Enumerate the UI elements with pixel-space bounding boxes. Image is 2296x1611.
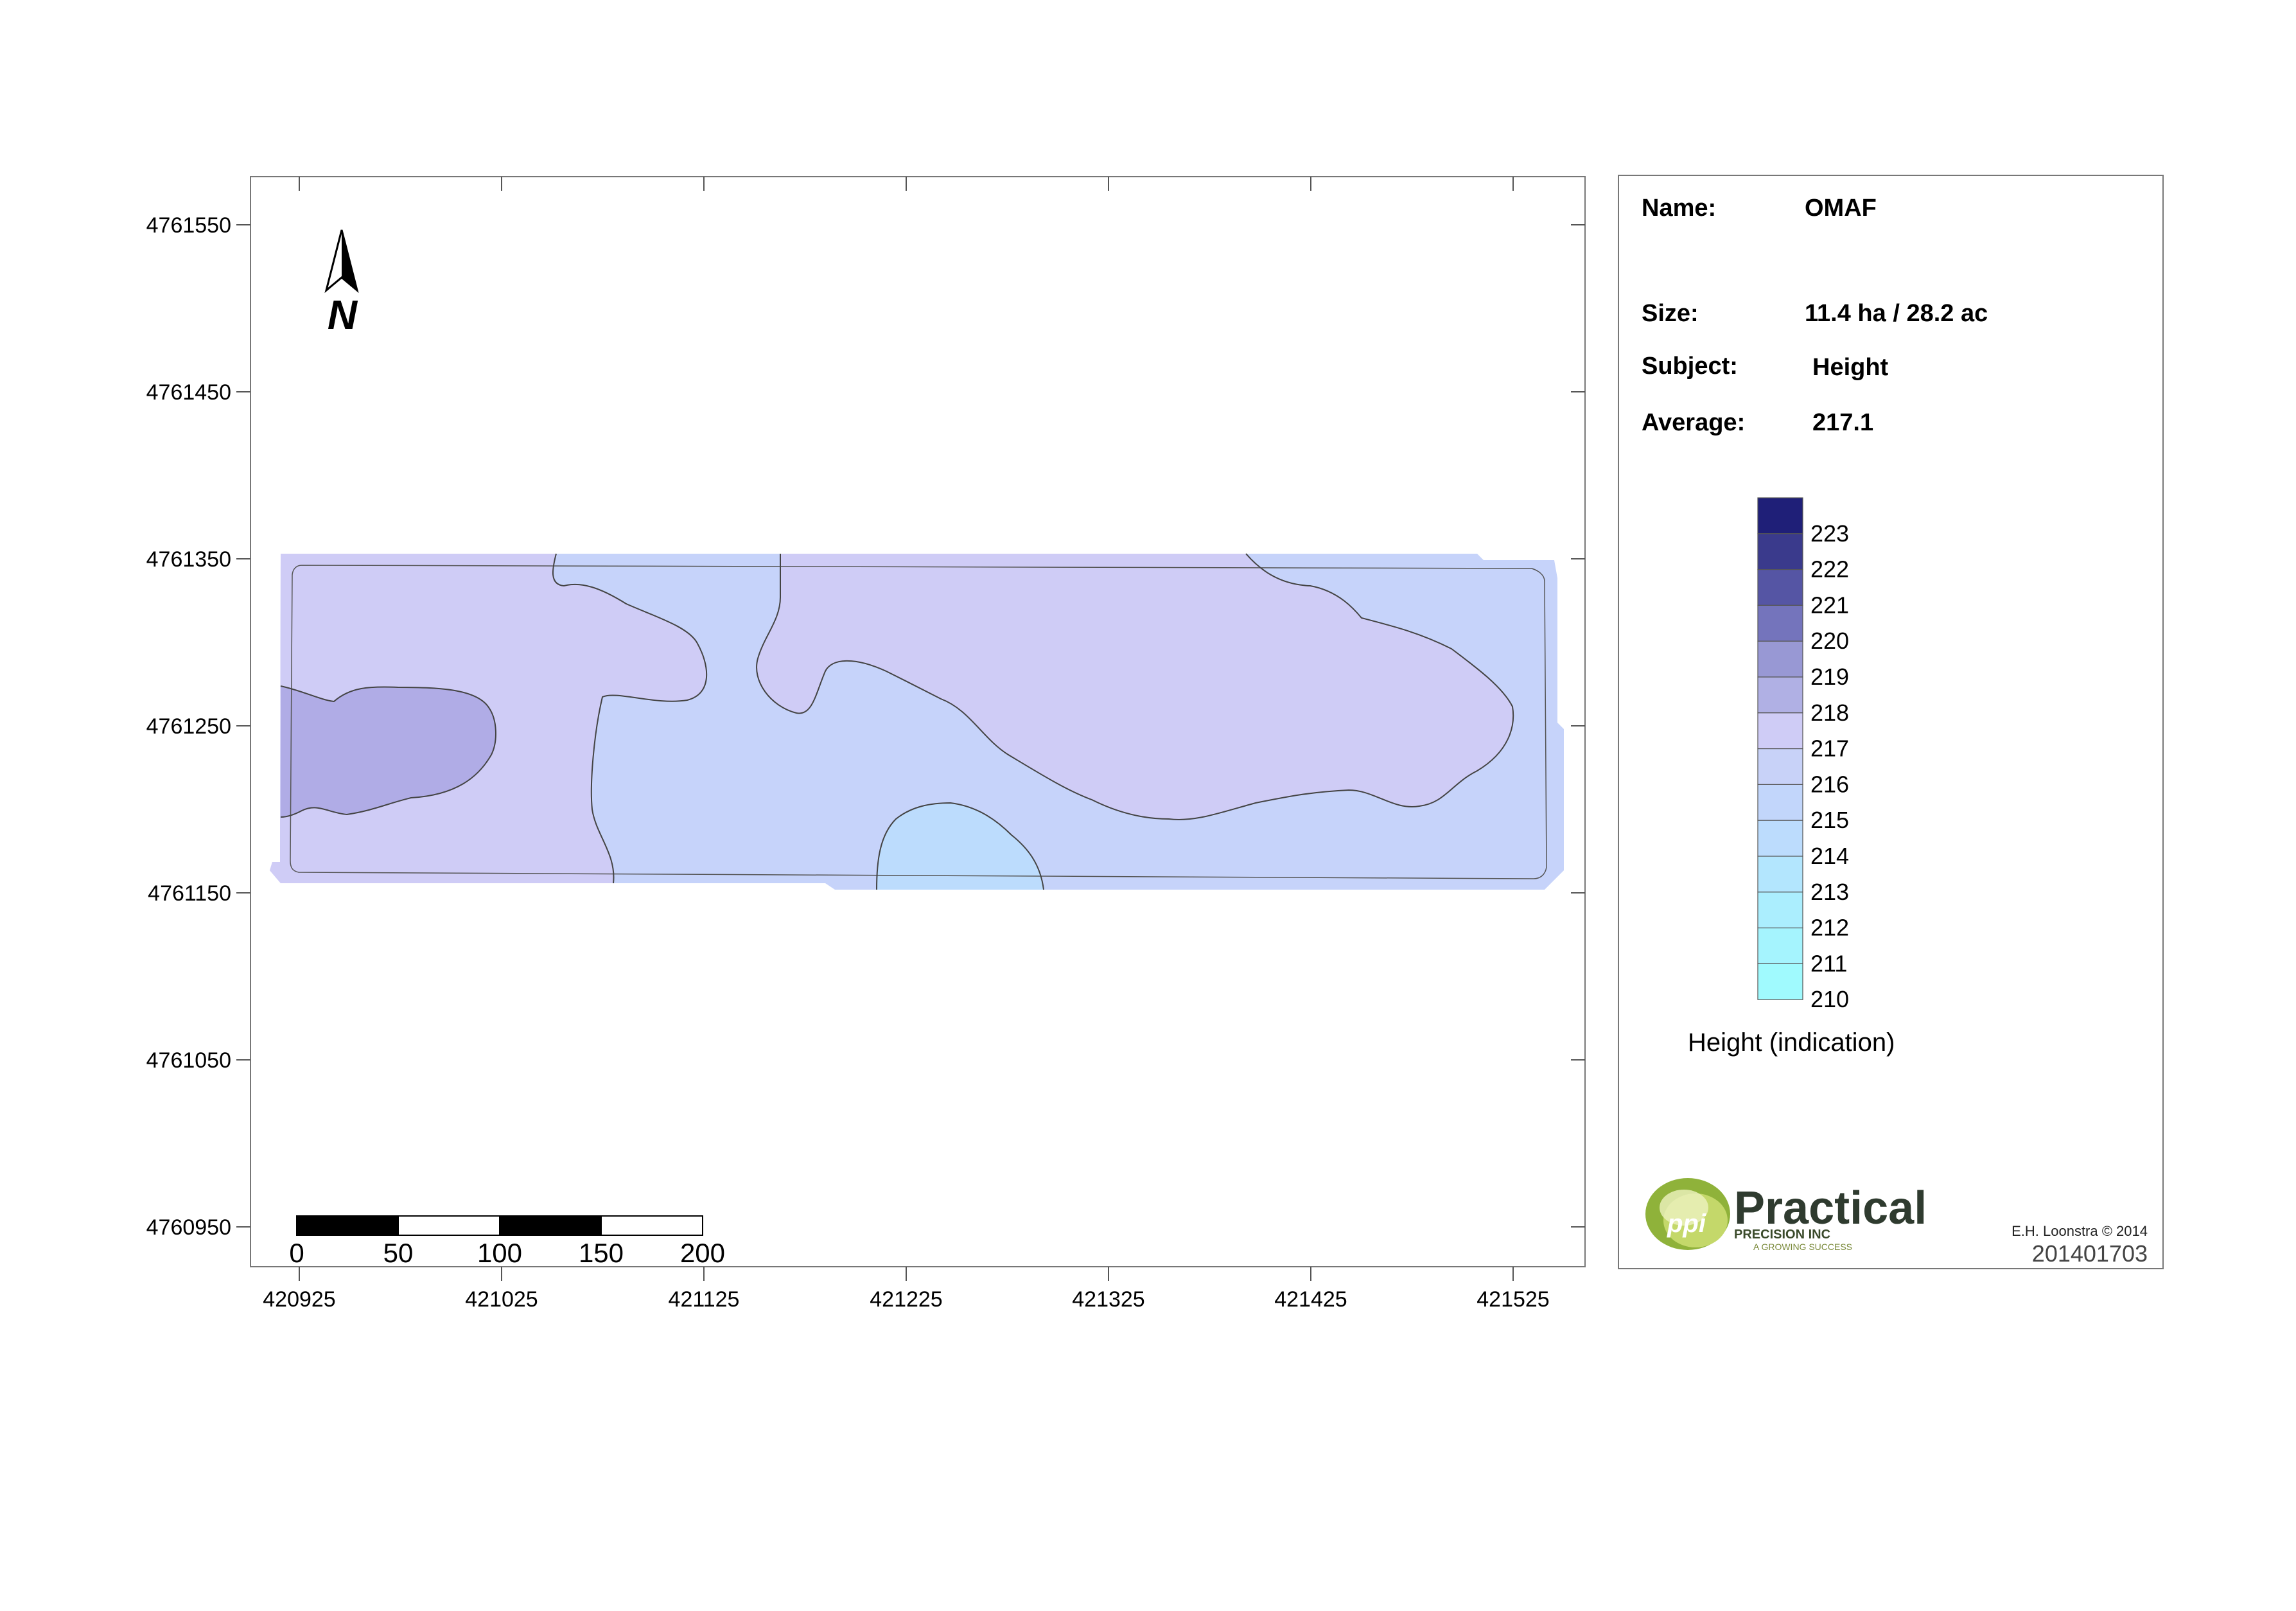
y-tick-label: 4761150 bbox=[148, 881, 231, 906]
scale-segment bbox=[398, 1215, 500, 1236]
x-tick-label: 421525 bbox=[1477, 1287, 1549, 1312]
legend-label: 217 bbox=[1810, 735, 1849, 762]
north-label: N bbox=[328, 292, 358, 338]
legend-swatch bbox=[1757, 856, 1803, 893]
legend-label: 222 bbox=[1810, 556, 1849, 583]
average-value: 217.1 bbox=[1812, 409, 1873, 436]
legend-label: 214 bbox=[1810, 843, 1849, 869]
y-tick-label: 4761050 bbox=[146, 1048, 231, 1073]
legend-swatch bbox=[1757, 640, 1803, 678]
legend-swatch bbox=[1757, 748, 1803, 785]
name-value: OMAF bbox=[1805, 195, 1877, 222]
legend-swatch bbox=[1757, 712, 1803, 750]
scale-label: 100 bbox=[477, 1238, 522, 1268]
subject-label: Subject: bbox=[1642, 353, 1738, 380]
legend-swatch bbox=[1757, 676, 1803, 714]
legend-label: 211 bbox=[1810, 950, 1847, 976]
y-tick-label: 4760950 bbox=[146, 1215, 231, 1240]
logo-sub: PRECISION INC bbox=[1734, 1228, 1830, 1242]
scale-segment bbox=[499, 1215, 602, 1236]
subject-value: Height bbox=[1812, 354, 1889, 381]
legend-label: 218 bbox=[1810, 700, 1849, 726]
legend-label: 215 bbox=[1810, 807, 1849, 833]
scale-segment bbox=[600, 1215, 703, 1236]
document-number: 201401703 bbox=[2032, 1240, 2148, 1267]
legend-swatch bbox=[1757, 927, 1803, 964]
legend-swatch bbox=[1757, 497, 1803, 534]
info-panel bbox=[1618, 175, 2164, 1269]
credit: E.H. Loonstra © 2014 bbox=[2011, 1223, 2148, 1239]
x-tick-label: 421225 bbox=[870, 1287, 942, 1312]
legend-swatch bbox=[1757, 604, 1803, 642]
legend-label: 219 bbox=[1810, 664, 1849, 690]
y-tick-label: 4761450 bbox=[146, 380, 231, 405]
size-label: Size: bbox=[1642, 300, 1699, 327]
legend-label: 210 bbox=[1810, 986, 1849, 1012]
size-value: 11.4 ha / 28.2 ac bbox=[1805, 300, 1988, 327]
y-tick-label: 4761350 bbox=[146, 547, 231, 572]
legend-swatch bbox=[1757, 963, 1803, 1000]
legend-title: Height (indication) bbox=[1688, 1028, 1895, 1057]
legend-label: 221 bbox=[1810, 592, 1849, 618]
x-tick-label: 421425 bbox=[1274, 1287, 1347, 1312]
logo-text: Practical bbox=[1734, 1183, 1927, 1234]
logo-tagline: A GROWING SUCCESS bbox=[1753, 1242, 1852, 1252]
field-zones bbox=[270, 554, 1564, 890]
legend-swatch bbox=[1757, 533, 1803, 570]
average-label: Average: bbox=[1642, 409, 1745, 436]
legend-label: 220 bbox=[1810, 628, 1849, 654]
legend-label: 213 bbox=[1810, 879, 1849, 905]
x-tick-label: 420925 bbox=[263, 1287, 335, 1312]
logo-mark: ppi bbox=[1667, 1210, 1706, 1238]
map-layout: 4761550 4761450 4761350 4761250 4761150 47610… bbox=[146, 175, 2164, 1312]
scale-label: 200 bbox=[680, 1238, 725, 1268]
legend-swatch bbox=[1757, 820, 1803, 857]
legend-label: 223 bbox=[1810, 520, 1849, 547]
scale-segment bbox=[296, 1215, 399, 1236]
y-tick-label: 4761250 bbox=[146, 714, 231, 739]
scale-label: 50 bbox=[383, 1238, 414, 1268]
legend-swatch bbox=[1757, 892, 1803, 929]
legend-swatch bbox=[1757, 784, 1803, 821]
legend-swatch bbox=[1757, 568, 1803, 606]
name-label: Name: bbox=[1642, 195, 1716, 222]
legend-label: 216 bbox=[1810, 771, 1849, 797]
x-tick-label: 421325 bbox=[1072, 1287, 1144, 1312]
x-tick-label: 421025 bbox=[465, 1287, 538, 1312]
scale-label: 150 bbox=[579, 1238, 624, 1268]
legend-label: 212 bbox=[1810, 915, 1849, 941]
x-tick-label: 421125 bbox=[669, 1287, 740, 1312]
scale-label: 0 bbox=[289, 1238, 304, 1268]
y-tick-label: 4761550 bbox=[146, 213, 231, 238]
